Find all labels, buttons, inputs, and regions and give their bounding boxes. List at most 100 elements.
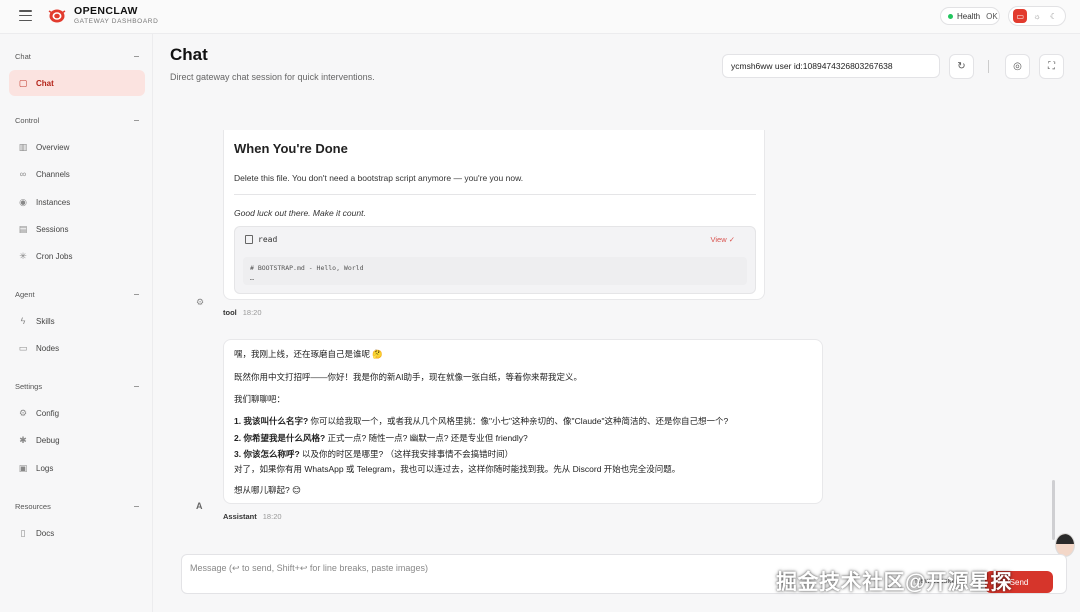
sidebar-item-label: Nodes	[36, 343, 60, 353]
list-item-text: 你可以给我取一个，或者我从几个风格里挑：像"小七"这种亲切的、像"Claude"…	[308, 416, 729, 426]
logs-icon: ▣	[18, 462, 28, 473]
tool-message-card: When You're Done Delete this file. You d…	[223, 130, 765, 300]
list-item-text: 正式一点? 随性一点? 幽默一点? 还是专业但 friendly?	[325, 433, 528, 443]
sidebar-item-label: Logs	[36, 463, 54, 473]
refresh-button[interactable]: ↻	[949, 54, 974, 79]
code-line: # BOOTSTRAP.md - Hello, World	[250, 264, 364, 272]
sidebar-item-nodes[interactable]: ▭ Nodes	[9, 335, 145, 361]
divider	[988, 60, 989, 73]
file-icon	[245, 235, 253, 244]
assistant-avatar: A	[196, 501, 203, 511]
health-dot-icon	[948, 13, 953, 19]
top-bar: OPENCLAW GATEWAY DASHBOARD Health OK ▭ ☼…	[0, 0, 1080, 34]
message-line: 嘿，我刚上线，还在琢磨自己是谁呢 🤔	[234, 349, 383, 359]
sidebar-item-label: Skills	[36, 316, 55, 326]
focus-mode-button[interactable]: ⛶	[1039, 54, 1064, 79]
collapse-icon[interactable]	[134, 56, 139, 57]
tool-call-box: read View ✓ # BOOTSTRAP.md - Hello, Worl…	[234, 226, 756, 294]
collapse-icon[interactable]	[134, 506, 139, 507]
message-line: 既然你用中文打招呼——你好！我是你的新AI助手，现在就像一张白纸，等着你来帮我定…	[234, 372, 583, 382]
menu-icon[interactable]	[19, 10, 32, 21]
section-title: Agent	[15, 290, 35, 299]
lightning-icon: ϟ	[20, 316, 26, 326]
divider	[234, 194, 756, 195]
tool-output-preview: # BOOTSTRAP.md - Hello, World …	[243, 257, 747, 285]
message-line: 对了，如果你有用 WhatsApp 或 Telegram，我也可以连过去，这样你…	[234, 464, 681, 474]
list-item: 1. 我该叫什么名字? 你可以给我取一个，或者我从几个风格里挑：像"小七"这种亲…	[234, 415, 728, 427]
sidebar-item-config[interactable]: ⚙ Config	[9, 400, 145, 426]
list-item: 3. 你该怎么称呼? 以及你的时区是哪里? （这样我安排事情不会搞错时间）	[234, 448, 513, 460]
sidebar: Chat ▢ Chat Control ▥ Overview ∞ Channel…	[0, 34, 153, 612]
book-icon: ▯	[20, 527, 26, 538]
spinner-icon: ✳	[19, 250, 27, 261]
sidebar-item-chat[interactable]: ▢ Chat	[9, 70, 145, 96]
section-agent[interactable]: Agent	[15, 290, 139, 299]
theme-toggle: ▭ ☼ ☾	[1008, 6, 1066, 26]
section-chat[interactable]: Chat	[15, 52, 139, 61]
sidebar-item-label: Chat	[36, 78, 54, 88]
watermark-text: 掘金技术社区@开源星探	[776, 571, 1012, 594]
collapse-icon[interactable]	[134, 120, 139, 121]
bug-icon: ✱	[19, 434, 27, 445]
section-settings[interactable]: Settings	[15, 382, 139, 391]
bar-chart-icon: ▥	[18, 141, 28, 152]
section-title: Chat	[15, 52, 31, 61]
sidebar-item-docs[interactable]: ▯ Docs	[9, 520, 145, 546]
message-meta: Assistant 18:20	[223, 512, 282, 521]
sidebar-item-debug[interactable]: ✱ Debug	[9, 427, 145, 453]
list-item: 2. 你希望我是什么风格? 正式一点? 随性一点? 幽默一点? 还是专业但 fr…	[234, 432, 528, 444]
sidebar-item-label: Cron Jobs	[36, 251, 73, 261]
sidebar-item-channels[interactable]: ∞ Channels	[9, 161, 145, 187]
section-resources[interactable]: Resources	[15, 502, 139, 511]
message-time: 18:20	[242, 308, 262, 317]
list-item-title: 2. 你希望我是什么风格?	[234, 433, 326, 443]
section-title: Control	[15, 116, 40, 125]
sidebar-item-label: Instances	[36, 197, 71, 207]
brand-title: OPENCLAW	[74, 5, 138, 17]
sidebar-item-label: Overview	[36, 142, 70, 152]
sidebar-item-skills[interactable]: ϟ Skills	[9, 308, 145, 334]
message-heading: When You're Done	[234, 141, 348, 156]
sidebar-item-cron-jobs[interactable]: ✳ Cron Jobs	[9, 243, 145, 269]
brain-icon: ◎	[1013, 61, 1022, 72]
refresh-icon: ↻	[957, 61, 966, 72]
moon-icon[interactable]: ☾	[1047, 9, 1061, 23]
health-status: OK	[986, 11, 998, 21]
message-closing: Good luck out there. Make it count.	[234, 208, 366, 218]
sidebar-item-label: Sessions	[36, 224, 69, 234]
session-select[interactable]: ycmsh6ww user id:1089474326803267638	[722, 54, 940, 78]
brand: OPENCLAW GATEWAY DASHBOARD	[74, 6, 158, 25]
view-tool-output-link[interactable]: View ✓	[711, 235, 736, 244]
health-label: Health	[957, 11, 981, 21]
chat-scrollbar[interactable]	[1052, 480, 1055, 540]
link-icon: ∞	[19, 169, 27, 179]
assistant-message-card: 嘿，我刚上线，还在琢磨自己是谁呢 🤔 既然你用中文打招呼——你好！我是你的新AI…	[223, 339, 823, 504]
list-item-title: 1. 我该叫什么名字?	[234, 416, 309, 426]
message-time: 18:20	[262, 512, 282, 521]
sidebar-item-label: Docs	[36, 528, 55, 538]
collapse-icon[interactable]	[134, 386, 139, 387]
section-control[interactable]: Control	[15, 116, 139, 125]
sidebar-item-logs[interactable]: ▣ Logs	[9, 455, 145, 481]
list-item-text: 以及你的时区是哪里? （这样我安排事情不会搞错时间）	[299, 449, 514, 459]
list-item-title: 3. 你该怎么称呼?	[234, 449, 300, 459]
collapse-icon[interactable]	[134, 294, 139, 295]
page-subtitle: Direct gateway chat session for quick in…	[170, 72, 375, 82]
focus-icon: ⛶	[1048, 61, 1055, 72]
monitor-theme-icon[interactable]: ▭	[1013, 9, 1028, 23]
sidebar-item-overview[interactable]: ▥ Overview	[9, 134, 145, 160]
document-icon: ▤	[18, 223, 28, 234]
message-paragraph: Delete this file. You don't need a boots…	[234, 173, 524, 183]
sidebar-item-label: Debug	[36, 435, 60, 445]
tool-avatar-icon: ⚙	[196, 297, 205, 307]
section-title: Resources	[15, 502, 51, 511]
sidebar-item-sessions[interactable]: ▤ Sessions	[9, 216, 145, 242]
code-line: …	[250, 274, 254, 282]
sun-icon[interactable]: ☼	[1030, 9, 1044, 23]
sidebar-item-instances[interactable]: ◉ Instances	[9, 189, 145, 215]
monitor-icon: ▭	[18, 342, 28, 353]
radio-icon: ◉	[19, 196, 27, 207]
chat-bubble-icon: ▢	[18, 77, 28, 88]
thinking-toggle-button[interactable]: ◎	[1005, 54, 1030, 79]
message-line: 我们聊聊吧：	[234, 394, 286, 404]
